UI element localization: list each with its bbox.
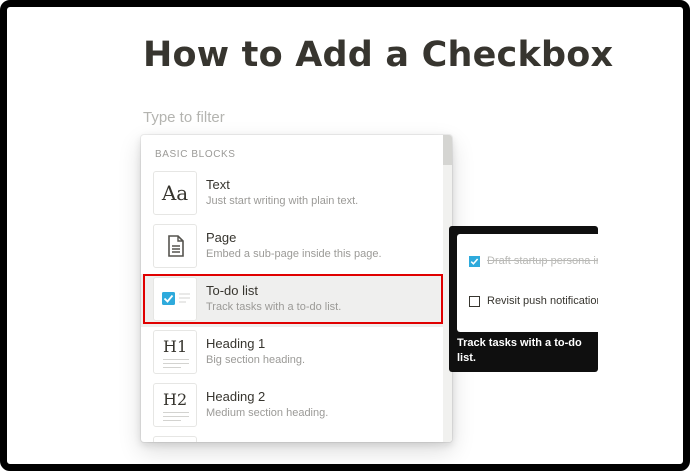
menu-item-name: Heading 2	[206, 389, 266, 404]
menu-item-heading-2[interactable]: H2 Heading 2 Medium section heading.	[141, 380, 443, 433]
screenshot-frame: How to Add a Checkbox Type to filter BAS…	[0, 0, 690, 471]
page-title: How to Add a Checkbox	[143, 35, 614, 75]
heading1-icon: H1	[153, 330, 197, 374]
todo-preview-tooltip: Draft startup persona interview playbook…	[449, 226, 598, 372]
menu-item-description: Just start writing with plain text.	[206, 195, 359, 207]
page-icon	[153, 224, 197, 268]
todo-highlight-box	[143, 274, 443, 324]
checked-checkbox-icon	[469, 256, 480, 267]
menu-item-page[interactable]: Page Embed a sub-page inside this page.	[141, 221, 443, 274]
menu-item-text[interactable]: Aa Text Just start writing with plain te…	[141, 168, 443, 221]
block-thumbnail-icon	[153, 436, 197, 442]
preview-caption: Track tasks with a to-do list.	[457, 337, 582, 364]
scrollbar-handle[interactable]	[443, 135, 452, 165]
menu-item-heading-1[interactable]: H1 Heading 1 Big section heading.	[141, 327, 443, 380]
section-label: BASIC BLOCKS	[155, 149, 236, 160]
menu-item-description: Medium section heading.	[206, 407, 329, 419]
menu-item-partial[interactable]	[141, 433, 443, 442]
text-aa-icon: Aa	[153, 171, 197, 215]
preview-todo-text: Draft startup persona interview playbook	[487, 255, 598, 267]
menu-item-description: Big section heading.	[206, 354, 306, 366]
preview-card: Draft startup persona interview playbook…	[457, 234, 598, 332]
heading2-icon: H2	[153, 383, 197, 427]
menu-item-name: Heading 1	[206, 336, 266, 351]
menu-item-name: Page	[206, 230, 237, 245]
filter-input[interactable]: Type to filter	[143, 109, 225, 126]
menu-item-description: Embed a sub-page inside this page.	[206, 248, 382, 260]
unchecked-checkbox-icon	[469, 296, 480, 307]
preview-todo-text: Revisit push notifications strategy	[487, 295, 598, 307]
menu-item-name: Text	[206, 177, 230, 192]
